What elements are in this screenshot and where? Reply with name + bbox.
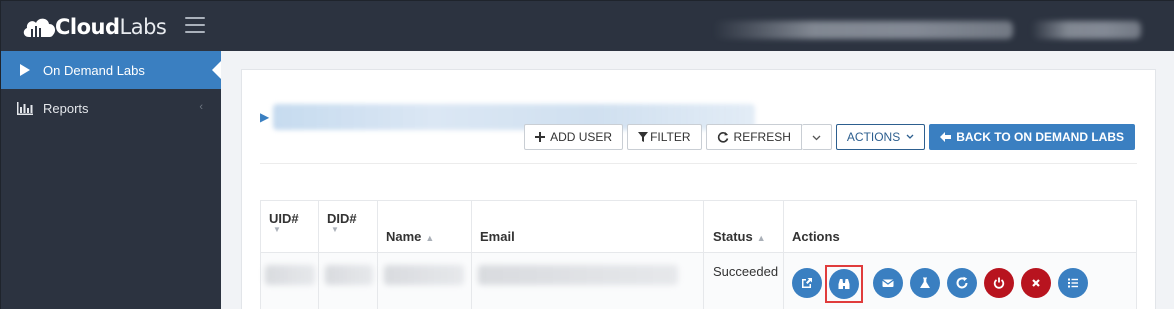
sidebar: On Demand Labs Reports ‹ [1, 51, 222, 309]
column-header-did[interactable]: DID# ▼ [319, 201, 378, 252]
actions-dropdown-button[interactable]: ACTIONS [835, 124, 926, 150]
restart-button[interactable] [947, 268, 977, 298]
top-header: CloudLabs [1, 1, 1174, 51]
refresh-icon [717, 131, 729, 143]
monitor-lab-button[interactable] [829, 269, 859, 299]
column-header-status[interactable]: Status ▲︎ [704, 201, 784, 252]
sidebar-item-label: On Demand Labs [43, 62, 145, 78]
column-header-email: Email [472, 201, 704, 252]
highlight-box [825, 265, 863, 303]
refresh-icon [956, 276, 968, 289]
uid-cell [261, 253, 319, 309]
logo-text-bold: Cloud [55, 15, 120, 39]
uid-redacted [265, 265, 315, 285]
sort-icon: ▲︎ [425, 233, 435, 243]
status-value: Succeeded [713, 264, 779, 279]
email-cell [472, 253, 704, 309]
flask-icon [920, 277, 930, 288]
divider [260, 163, 1137, 164]
chevron-down-icon [906, 134, 914, 140]
list-icon [1068, 278, 1078, 288]
did-redacted [325, 265, 373, 285]
filter-icon [638, 132, 649, 142]
sidebar-item-label: Reports [43, 100, 89, 116]
column-header-name[interactable]: Name ▲︎ [378, 201, 472, 252]
back-label: BACK TO ON DEMAND LABS [956, 130, 1124, 144]
lab-details-card: ▶ ADD USER FILTER REFRESH ACTIONS BACK T… [241, 69, 1156, 309]
status-header-label: Status [713, 229, 753, 244]
chevron-down-icon [812, 130, 821, 144]
arrow-left-icon [940, 132, 952, 142]
uid-header-label: UID# [269, 211, 299, 226]
refresh-button[interactable]: REFRESH [705, 124, 802, 150]
name-redacted [384, 265, 464, 285]
filter-label: FILTER [650, 130, 691, 144]
lab-details-button[interactable] [910, 268, 940, 298]
actions-label: ACTIONS [846, 130, 901, 144]
chevron-left-icon: ‹ [199, 101, 203, 113]
logo-text-light: Labs [119, 15, 167, 39]
sort-icon: ▼ [331, 225, 339, 234]
column-header-actions: Actions [784, 201, 1136, 252]
cloud-logo-icon [23, 18, 56, 37]
cloudlabs-logo[interactable]: CloudLabs [21, 13, 167, 41]
email-user-button[interactable] [873, 268, 903, 298]
stop-lab-button[interactable] [984, 268, 1014, 298]
open-lab-button[interactable] [792, 268, 822, 298]
bar-chart-icon [17, 101, 33, 115]
sort-icon: ▲︎ [756, 233, 766, 243]
actions-cell [784, 253, 1136, 309]
did-header-label: DID# [327, 211, 357, 226]
play-icon [17, 63, 33, 77]
sidebar-item-reports[interactable]: Reports ‹ [1, 89, 221, 127]
external-link-icon [802, 278, 812, 288]
sort-icon: ▼ [273, 225, 281, 234]
table-row: Succeeded [261, 253, 1136, 309]
delete-button[interactable] [1021, 268, 1051, 298]
users-table: UID# ▼ DID# ▼ Name ▲︎ Email Status ▲︎ Acti [260, 200, 1137, 309]
sidebar-item-on-demand-labs[interactable]: On Demand Labs [1, 51, 222, 89]
name-cell [378, 253, 472, 309]
email-header-label: Email [480, 229, 515, 244]
table-header: UID# ▼ DID# ▼ Name ▲︎ Email Status ▲︎ Acti [261, 201, 1136, 253]
refresh-options-dropdown[interactable] [801, 124, 832, 150]
lab-log-button[interactable] [1058, 268, 1088, 298]
toolbar: ADD USER FILTER REFRESH ACTIONS BACK TO … [520, 124, 1135, 150]
add-user-button[interactable]: ADD USER [524, 124, 624, 150]
email-redacted [478, 265, 678, 285]
did-cell [319, 253, 378, 309]
add-user-label: ADD USER [550, 130, 613, 144]
back-to-on-demand-labs-button[interactable]: BACK TO ON DEMAND LABS [929, 124, 1135, 150]
plus-icon [535, 132, 546, 142]
status-cell: Succeeded [704, 253, 784, 309]
user-menu-redacted[interactable] [1031, 21, 1141, 39]
user-info-redacted [713, 21, 1013, 39]
caret-right-icon: ▶ [260, 110, 270, 124]
refresh-label: REFRESH [733, 130, 791, 144]
main-content: ▶ ADD USER FILTER REFRESH ACTIONS BACK T… [221, 51, 1174, 309]
filter-button[interactable]: FILTER [627, 124, 702, 150]
close-icon [1032, 279, 1040, 287]
column-header-uid[interactable]: UID# ▼ [261, 201, 319, 252]
row-action-buttons [792, 263, 1095, 303]
menu-toggle-icon[interactable] [185, 17, 205, 33]
logo-text: CloudLabs [55, 13, 167, 41]
name-header-label: Name [386, 229, 422, 244]
power-icon [993, 277, 1005, 289]
actions-header-label: Actions [792, 229, 840, 244]
binoculars-icon [838, 279, 850, 289]
envelope-icon [882, 279, 894, 287]
